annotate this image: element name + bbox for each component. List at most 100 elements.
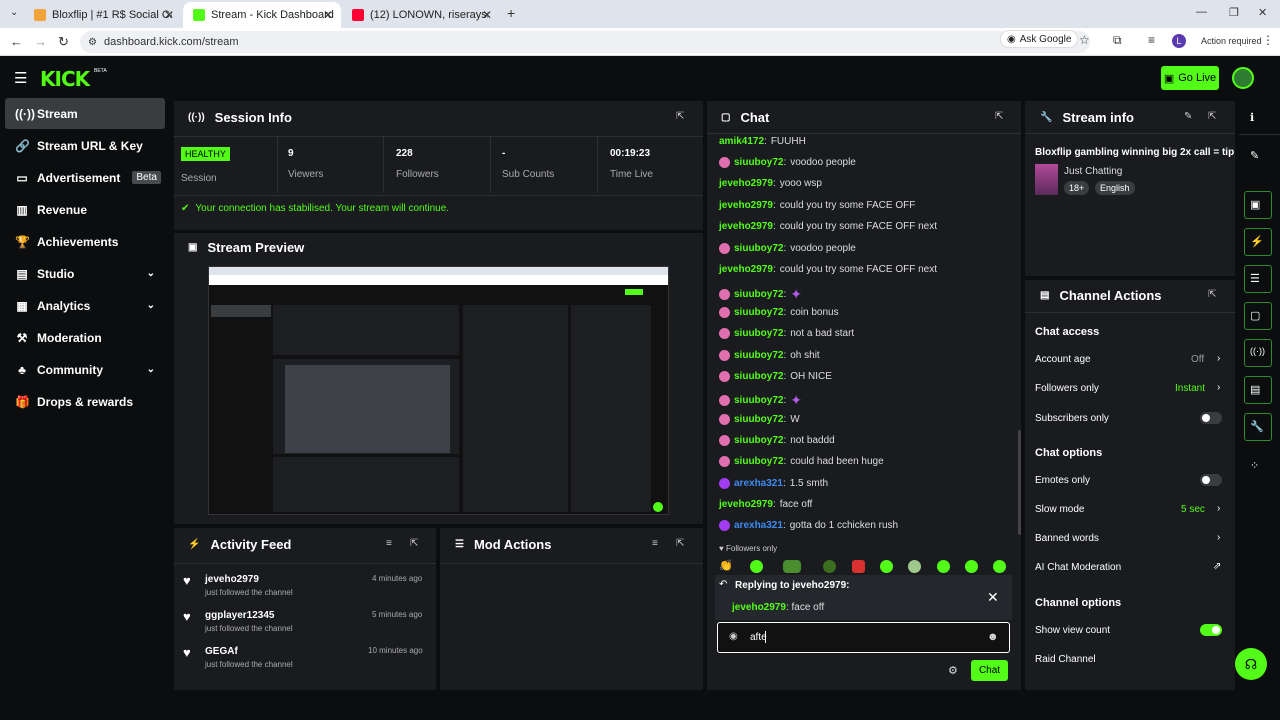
raid-channel-row[interactable]: Raid Channel [1035, 650, 1225, 670]
emote-icon[interactable] [823, 560, 836, 573]
stream-preview-video[interactable] [208, 266, 669, 515]
maximize-icon[interactable]: ❐ [1229, 6, 1239, 19]
close-tab-icon[interactable]: ✕ [323, 8, 333, 22]
emote-icon[interactable] [965, 560, 978, 573]
emoji-icon[interactable]: ☻ [987, 631, 999, 643]
emote-icon[interactable] [783, 560, 801, 573]
browser-tab-bloxflip[interactable]: Bloxflip | #1 R$ Social Casino & ✕ [24, 2, 182, 28]
category-name[interactable]: Just Chatting [1064, 166, 1122, 177]
popout-icon[interactable]: ⇱ [410, 538, 418, 549]
chat-username[interactable]: jeveho2979 [719, 200, 773, 211]
edit-pencil-icon[interactable]: ✎ [1250, 149, 1259, 162]
filter-icon[interactable]: ≡ [386, 538, 392, 549]
popout-icon[interactable]: ⇱ [1208, 289, 1216, 300]
browser-menu-icon[interactable]: ⋮ [1262, 33, 1274, 47]
settings-gear-icon[interactable]: ⚙ [948, 664, 958, 677]
chat-username[interactable]: siuuboy72 [734, 456, 783, 467]
profile-avatar[interactable]: L [1172, 34, 1186, 48]
chat-username[interactable]: siuuboy72 [734, 289, 783, 300]
minimize-icon[interactable]: — [1196, 6, 1207, 18]
chat-username[interactable]: jeveho2979 [719, 178, 773, 189]
chat-username[interactable]: siuuboy72 [734, 157, 783, 168]
clap-emote-icon[interactable]: 👏 [719, 560, 733, 572]
url-field[interactable]: ⚙ dashboard.kick.com/stream [80, 31, 1090, 53]
chat-username[interactable]: siuuboy72 [734, 328, 783, 339]
subscribers-only-toggle[interactable] [1200, 412, 1222, 424]
banned-words-row[interactable]: Banned words › [1035, 529, 1225, 549]
action-required-button[interactable]: Action required [1201, 36, 1262, 46]
edit-pencil-icon[interactable]: ✎ [1184, 111, 1192, 122]
close-reply-icon[interactable]: ✕ [987, 589, 999, 606]
followers-only-row[interactable]: Followers only Instant › [1035, 379, 1225, 399]
site-info-icon[interactable]: ⚙ [88, 37, 97, 48]
media-controls-icon[interactable]: ≡ [1148, 33, 1155, 47]
kick-logo[interactable]: KICK [40, 67, 90, 91]
record-icon[interactable]: ◉ [729, 631, 738, 642]
sidebar-item-stream-url-key[interactable]: 🔗 Stream URL & Key [5, 130, 165, 161]
user-avatar[interactable] [1232, 67, 1254, 89]
activity-user[interactable]: ggplayer12345 [205, 610, 275, 621]
filter-icon[interactable]: ≡ [652, 538, 658, 549]
chat-username[interactable]: siuuboy72 [734, 414, 783, 425]
chat-username[interactable]: siuuboy72 [734, 307, 783, 318]
chat-text: oh shit [790, 350, 820, 361]
info-icon[interactable]: ℹ [1250, 111, 1254, 124]
popout-icon[interactable]: ⇱ [676, 111, 684, 122]
browser-tab-kick[interactable]: Stream - Kick Dashboard ✕ [183, 2, 341, 28]
help-chat-button[interactable]: ☊ [1235, 648, 1267, 680]
chat-username[interactable]: amik4172 [719, 136, 764, 147]
chat-username[interactable]: arexha321 [734, 478, 783, 489]
extensions-icon[interactable]: ⧉ [1113, 33, 1122, 48]
chat-username[interactable]: jeveho2979 [719, 221, 773, 232]
activity-user[interactable]: jeveho2979 [205, 574, 259, 585]
ai-moderation-row[interactable]: AI Chat Moderation ⇗ [1035, 558, 1225, 578]
layout-icon[interactable]: ⁘ [1250, 459, 1259, 472]
close-window-icon[interactable]: ✕ [1258, 6, 1267, 19]
chat-username[interactable]: jeveho2979 [719, 499, 773, 510]
hamburger-menu-icon[interactable]: ☰ [14, 69, 27, 87]
emote-icon[interactable] [908, 560, 921, 573]
chat-username[interactable]: siuuboy72 [734, 371, 783, 382]
show-view-count-toggle[interactable] [1200, 624, 1222, 636]
chat-username[interactable]: siuuboy72 [734, 435, 783, 446]
sidebar-item-advertisement[interactable]: ▭ Advertisement Beta [5, 162, 165, 193]
sidebar-item-stream[interactable]: ((·)) Stream [5, 98, 165, 129]
forward-icon[interactable]: → [34, 34, 47, 49]
go-live-button[interactable]: ▣ Go Live [1161, 66, 1219, 90]
sidebar-item-moderation[interactable]: ⚒ Moderation [5, 322, 165, 353]
emotes-only-toggle[interactable] [1200, 474, 1222, 486]
account-age-row[interactable]: Account age Off › [1035, 350, 1225, 370]
chat-username[interactable]: siuuboy72 [734, 350, 783, 361]
new-tab-icon[interactable]: + [507, 5, 515, 21]
emote-icon[interactable] [993, 560, 1006, 573]
sidebar-item-studio[interactable]: ▤ Studio ⌄ [5, 258, 165, 289]
chat-username[interactable]: siuuboy72 [734, 395, 783, 406]
emote-icon[interactable] [937, 560, 950, 573]
back-icon[interactable]: ← [10, 34, 23, 49]
bookmark-star-icon[interactable]: ☆ [1079, 33, 1090, 47]
popout-icon[interactable]: ⇱ [676, 538, 684, 549]
slow-mode-row[interactable]: Slow mode 5 sec › [1035, 500, 1225, 520]
browser-tab-youtube[interactable]: (12) LONOWN, riserayss - ♫ ✕ [342, 2, 500, 28]
chat-username[interactable]: arexha321 [734, 520, 783, 531]
emote-icon[interactable] [750, 560, 763, 573]
reload-icon[interactable]: ↻ [58, 34, 69, 50]
popout-icon[interactable]: ⇱ [1208, 111, 1216, 122]
close-tab-icon[interactable]: ✕ [164, 8, 174, 22]
sidebar-item-analytics[interactable]: ▦ Analytics ⌄ [5, 290, 165, 321]
emote-icon[interactable] [852, 560, 865, 573]
sidebar-item-achievements[interactable]: 🏆 Achievements [5, 226, 165, 257]
sidebar-item-community[interactable]: ♣ Community ⌄ [5, 354, 165, 385]
close-tab-icon[interactable]: ✕ [482, 8, 492, 22]
tab-list-icon[interactable]: ⌄ [10, 7, 18, 18]
emote-icon[interactable] [880, 560, 893, 573]
ask-google-button[interactable]: ◉ Ask Google [1000, 30, 1079, 48]
chat-username[interactable]: jeveho2979 [719, 264, 773, 275]
chat-scrollbar[interactable] [1018, 430, 1021, 535]
sidebar-item-revenue[interactable]: ▥ Revenue [5, 194, 165, 225]
chat-username[interactable]: siuuboy72 [734, 243, 783, 254]
chat-send-button[interactable]: Chat [971, 660, 1008, 681]
activity-user[interactable]: GEGAf [205, 646, 238, 657]
sidebar-item-drops-rewards[interactable]: 🎁 Drops & rewards [5, 386, 165, 417]
popout-icon[interactable]: ⇱ [995, 111, 1003, 122]
